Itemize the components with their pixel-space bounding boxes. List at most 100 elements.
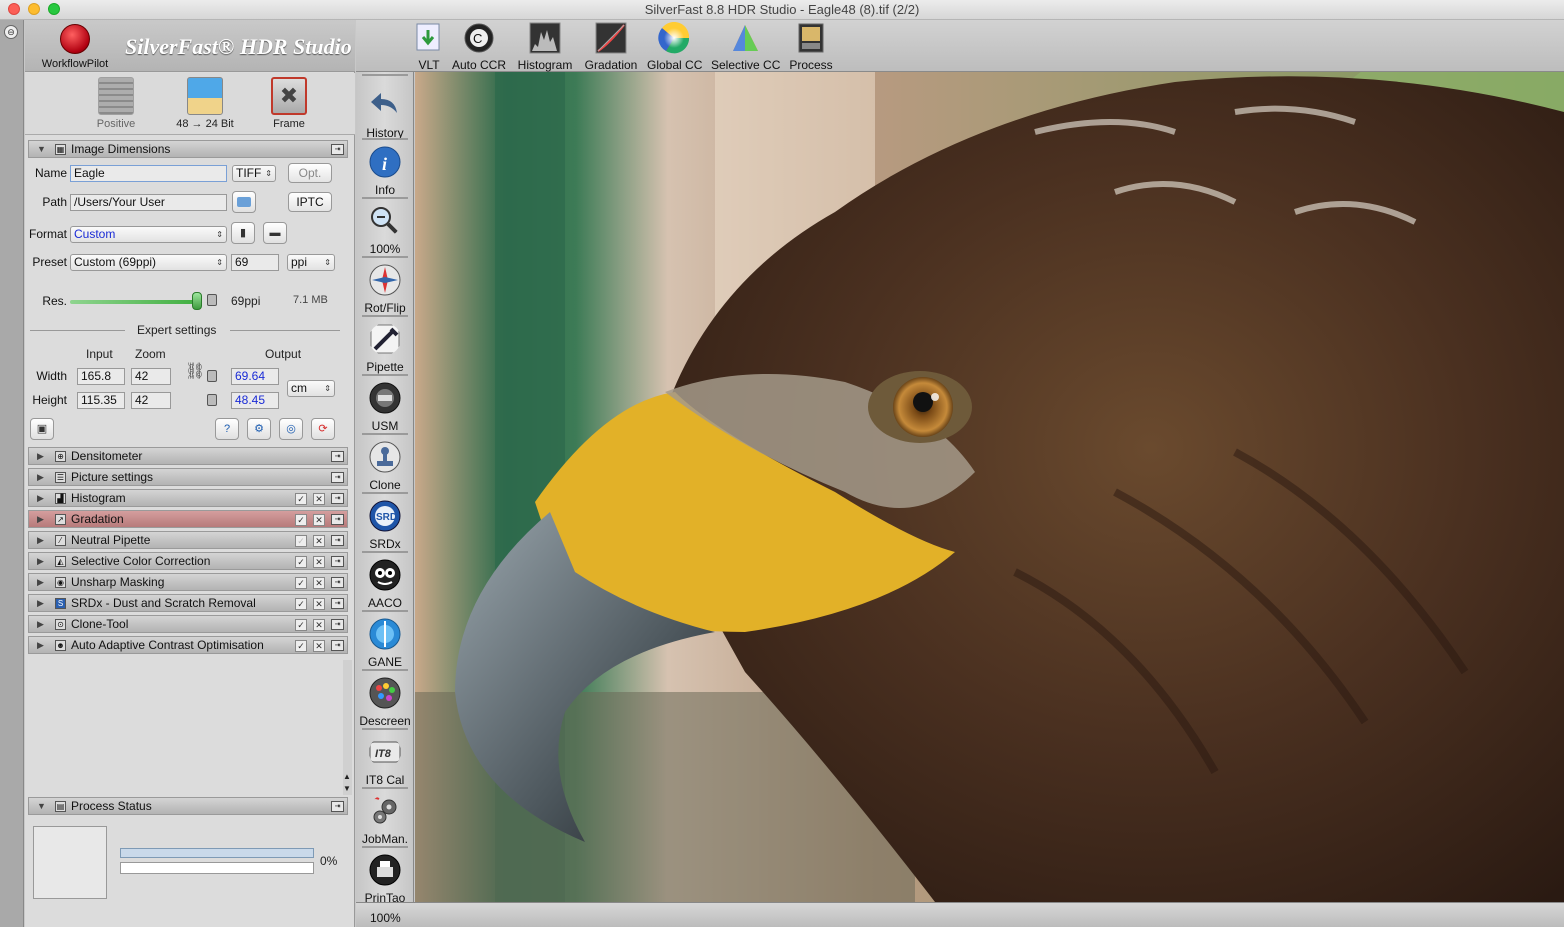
portrait-button[interactable]: ▮ xyxy=(231,222,255,244)
expand-triangle-icon[interactable]: ▶ xyxy=(37,448,44,464)
expand-triangle-icon[interactable]: ▶ xyxy=(37,574,44,590)
lock-icon[interactable] xyxy=(207,370,217,382)
folder-browse-button[interactable] xyxy=(232,191,256,213)
image-dimensions-header[interactable]: ▼ ▦ Image Dimensions ⇥ xyxy=(28,140,348,158)
section-unsharp-masking[interactable]: ▶ ◉ Unsharp Masking ✓ ✕ ⇥ xyxy=(28,573,348,591)
positive-mode-button[interactable]: Positive xyxy=(81,77,151,130)
workflowpilot-button[interactable]: WorkflowPilot xyxy=(35,22,115,70)
maximize-window-button[interactable] xyxy=(48,3,60,15)
section-gradation[interactable]: ▶ ↗ Gradation ✓ ✕ ⇥ xyxy=(28,510,348,528)
vtool-gane-button[interactable]: GANE xyxy=(356,618,414,669)
popout-icon[interactable]: ⇥ xyxy=(331,801,344,812)
popout-icon[interactable]: ⇥ xyxy=(331,451,344,462)
width-zoom-field[interactable]: 42 xyxy=(131,368,171,385)
width-output-field[interactable]: 69.64 xyxy=(231,368,279,385)
preset-unit-select[interactable]: ppi ⇕ xyxy=(287,254,335,271)
section-srdx[interactable]: ▶ S SRDx - Dust and Scratch Removal ✓ ✕ … xyxy=(28,594,348,612)
frame-mode-button[interactable]: ✖ Frame xyxy=(254,77,324,130)
process-status-header[interactable]: ▼ ▤ Process Status ⇥ xyxy=(28,797,348,815)
vtool-jobman-button[interactable]: JobMan. xyxy=(356,795,414,846)
section-selective-color-correction[interactable]: ▶ ◭ Selective Color Correction ✓ ✕ ⇥ xyxy=(28,552,348,570)
popout-icon[interactable]: ⇥ xyxy=(331,640,344,651)
popout-icon[interactable]: ⇥ xyxy=(331,577,344,588)
vtool-descreen-button[interactable]: Descreen xyxy=(356,677,414,728)
vtool-it8-button[interactable]: IT8 IT8 Cal xyxy=(356,736,414,787)
help-button[interactable]: ? xyxy=(215,418,239,440)
disable-x-icon[interactable]: ✕ xyxy=(313,598,325,610)
disable-x-icon[interactable]: ✕ xyxy=(313,556,325,568)
close-window-button[interactable] xyxy=(8,3,20,15)
popout-icon[interactable]: ⇥ xyxy=(331,535,344,546)
lock-icon[interactable] xyxy=(207,394,217,406)
enable-check-icon[interactable]: ✓ xyxy=(295,577,307,589)
toolbar-selective-cc-button[interactable]: Selective CC xyxy=(711,22,780,72)
vtool-clone-button[interactable]: Clone xyxy=(356,441,414,492)
vtool-srdx-button[interactable]: SRD SRDx xyxy=(356,500,414,551)
vtool-printao-button[interactable]: PrinTao xyxy=(356,854,414,905)
height-input-field[interactable]: 115.35 xyxy=(77,392,125,409)
path-field[interactable]: /Users/Your User xyxy=(70,194,227,211)
height-zoom-field[interactable]: 42 xyxy=(131,392,171,409)
image-preview[interactable] xyxy=(415,72,1564,902)
toolbar-global-cc-button[interactable]: Global CC xyxy=(647,22,702,72)
vtool-aaco-button[interactable]: AACO xyxy=(356,559,414,610)
enable-check-icon[interactable]: ✓ xyxy=(295,619,307,631)
disable-x-icon[interactable]: ✕ xyxy=(313,535,325,547)
disable-x-icon[interactable]: ✕ xyxy=(313,493,325,505)
vtool-info-button[interactable]: i Info xyxy=(356,146,414,197)
toolbar-auto-ccr-button[interactable]: C Auto CCR xyxy=(452,22,506,72)
chain-link-icon[interactable]: ⛓ xyxy=(185,364,205,380)
vtool-zoom-button[interactable]: 100% xyxy=(356,205,414,256)
expand-triangle-icon[interactable]: ▶ xyxy=(37,532,44,548)
collapse-triangle-icon[interactable]: ▼ xyxy=(37,798,46,814)
panel-toggle-icon[interactable]: ⊖ xyxy=(4,25,18,39)
format-select[interactable]: Custom ⇕ xyxy=(70,226,227,243)
vtool-pipette-button[interactable]: Pipette xyxy=(356,323,414,374)
section-aaco[interactable]: ▶ ☻ Auto Adaptive Contrast Optimisation … xyxy=(28,636,348,654)
save-settings-button[interactable]: ▣ xyxy=(30,418,54,440)
scroll-down-icon[interactable]: ▼ xyxy=(343,784,351,793)
toolbar-vlt-button[interactable]: VLT xyxy=(411,22,447,72)
section-clone-tool[interactable]: ▶ ⊙ Clone-Tool ✓ ✕ ⇥ xyxy=(28,615,348,633)
toolbar-gradation-button[interactable]: Gradation xyxy=(583,22,639,72)
expand-triangle-icon[interactable]: ▶ xyxy=(37,637,44,653)
disable-x-icon[interactable]: ✕ xyxy=(313,619,325,631)
preset-number-field[interactable]: 69 xyxy=(231,254,279,271)
toolbar-histogram-button[interactable]: Histogram xyxy=(516,22,574,72)
expand-triangle-icon[interactable]: ▶ xyxy=(37,616,44,632)
bitdepth-mode-button[interactable]: 48 → 24 Bit xyxy=(170,77,240,130)
preset-select[interactable]: Custom (69ppi) ⇕ xyxy=(70,254,227,271)
panel-scrollbar[interactable]: ▲ ▼ xyxy=(343,660,352,795)
filetype-select[interactable]: TIFF ⇕ xyxy=(232,165,276,182)
expand-triangle-icon[interactable]: ▶ xyxy=(37,553,44,569)
enable-check-icon[interactable]: ✓ xyxy=(295,535,307,547)
resolution-slider-track[interactable] xyxy=(70,300,200,304)
enable-check-icon[interactable]: ✓ xyxy=(295,640,307,652)
options-button[interactable]: Opt. xyxy=(288,163,332,183)
reset-button[interactable]: ⟳ xyxy=(311,418,335,440)
settings-button[interactable]: ⚙ xyxy=(247,418,271,440)
expand-triangle-icon[interactable]: ▶ xyxy=(37,469,44,485)
height-output-field[interactable]: 48.45 xyxy=(231,392,279,409)
disable-x-icon[interactable]: ✕ xyxy=(313,514,325,526)
vtool-usm-button[interactable]: USM xyxy=(356,382,414,433)
enable-check-icon[interactable]: ✓ xyxy=(295,514,307,526)
popout-icon[interactable]: ⇥ xyxy=(331,556,344,567)
collapse-triangle-icon[interactable]: ▼ xyxy=(37,141,46,157)
name-field[interactable]: Eagle xyxy=(70,165,227,182)
scroll-up-icon[interactable]: ▲ xyxy=(343,772,351,781)
lock-icon[interactable] xyxy=(207,294,217,306)
enable-check-icon[interactable]: ✓ xyxy=(295,493,307,505)
resolution-slider-knob[interactable] xyxy=(192,292,202,310)
expand-triangle-icon[interactable]: ▶ xyxy=(37,490,44,506)
popout-icon[interactable]: ⇥ xyxy=(331,144,344,155)
enable-check-icon[interactable]: ✓ xyxy=(295,598,307,610)
popout-icon[interactable]: ⇥ xyxy=(331,619,344,630)
toolbar-process-button[interactable]: Process xyxy=(788,22,834,72)
output-unit-select[interactable]: cm ⇕ xyxy=(287,380,335,397)
enable-check-icon[interactable]: ✓ xyxy=(295,556,307,568)
section-picture-settings[interactable]: ▶ ☰ Picture settings ⇥ xyxy=(28,468,348,486)
quicktime-button[interactable]: ◎ xyxy=(279,418,303,440)
minimize-window-button[interactable] xyxy=(28,3,40,15)
popout-icon[interactable]: ⇥ xyxy=(331,472,344,483)
